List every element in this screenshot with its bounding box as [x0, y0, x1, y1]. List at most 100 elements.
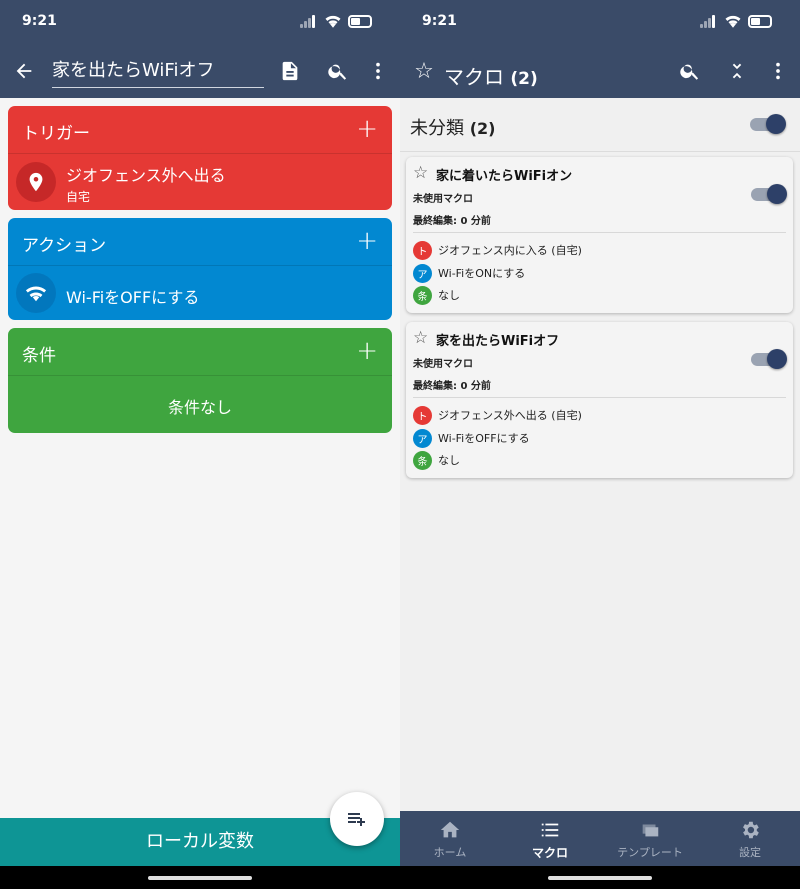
trigger-card: トリガー + ジオフェンス外へ出る 自宅: [8, 106, 392, 210]
bottom-navigation: ホーム マクロ テンプレート 設定: [400, 811, 800, 866]
macro-enable-toggle[interactable]: [751, 184, 787, 204]
nav-home[interactable]: ホーム: [400, 811, 500, 866]
overflow-menu-button[interactable]: [364, 57, 392, 85]
nav-settings[interactable]: 設定: [700, 811, 800, 866]
divider: [413, 397, 786, 398]
macro-enable-toggle[interactable]: [751, 349, 787, 369]
category-title: 未分類 (2): [410, 114, 496, 140]
more-vert-icon: [376, 62, 380, 80]
macro-action-row: ア Wi-FiをONにする: [413, 263, 525, 283]
home-gesture-handle[interactable]: [148, 876, 252, 880]
more-vert-icon: [776, 62, 780, 80]
macro-card[interactable]: ☆ 家を出たらWiFiオフ 未使用マクロ 最終編集: 0 分前 ト ジオフェンス…: [406, 322, 793, 478]
search-button-right[interactable]: [676, 57, 704, 85]
collapse-icon: [732, 63, 742, 79]
macro-name-input[interactable]: 家を出たらWiFiオフ: [52, 58, 264, 88]
action-badge: ア: [413, 263, 432, 283]
back-button[interactable]: [10, 57, 38, 85]
category-count: (2): [469, 119, 496, 138]
signal-icon: [700, 14, 718, 28]
home-gesture-handle[interactable]: [548, 876, 652, 880]
nav-macros[interactable]: マクロ: [500, 811, 600, 866]
favorite-star-icon[interactable]: ☆: [413, 163, 428, 183]
action-item-label: Wi-FiをOFFにする: [66, 288, 200, 307]
macro-options-fab[interactable]: [330, 792, 384, 846]
back-arrow-icon: [16, 63, 32, 79]
nav-label: テンプレート: [617, 846, 683, 859]
no-constraint-label: 条件なし: [167, 398, 232, 417]
add-trigger-button[interactable]: +: [356, 116, 378, 142]
divider: [413, 232, 786, 233]
row-text: なし: [438, 289, 460, 302]
page-title-text: マクロ: [444, 65, 504, 89]
trigger-badge: ト: [413, 240, 432, 260]
add-constraint-button[interactable]: +: [356, 338, 378, 364]
status-icons: [300, 14, 372, 28]
wifi-status-icon: [725, 15, 741, 28]
collapse-all-button[interactable]: [723, 57, 751, 85]
status-time-right: 9:21: [422, 13, 457, 29]
search-icon: [680, 64, 699, 80]
battery-icon: [348, 14, 372, 28]
macro-action-row: ア Wi-FiをOFFにする: [413, 428, 530, 448]
macro-trigger-row: ト ジオフェンス内に入る (自宅): [413, 240, 582, 260]
add-action-button[interactable]: +: [356, 228, 378, 254]
macro-trigger-row: ト ジオフェンス外へ出る (自宅): [413, 405, 582, 425]
macro-card-title: 家に着いたらWiFiオン: [436, 169, 573, 184]
macro-card-status: 未使用マクロ: [413, 194, 473, 205]
trigger-badge: ト: [413, 405, 432, 425]
action-header: アクション +: [8, 218, 392, 266]
page-title: マクロ (2): [444, 61, 538, 90]
macro-list-app-bar: ☆ マクロ (2): [400, 44, 800, 98]
document-icon: [282, 61, 298, 81]
macro-card[interactable]: ☆ 家に着いたらWiFiオン 未使用マクロ 最終編集: 0 分前 ト ジオフェン…: [406, 157, 793, 313]
trigger-header: トリガー +: [8, 106, 392, 154]
wifi-icon: [16, 273, 56, 313]
list-icon: [541, 823, 559, 837]
home-icon: [440, 821, 460, 838]
trigger-item[interactable]: ジオフェンス外へ出る 自宅: [8, 154, 392, 210]
action-card: アクション + Wi-FiをOFFにする: [8, 218, 392, 320]
status-icons-right: [700, 14, 772, 28]
search-icon: [328, 64, 347, 80]
overflow-menu-button-right[interactable]: [764, 57, 792, 85]
category-header[interactable]: 未分類 (2): [400, 98, 800, 152]
trigger-item-label: ジオフェンス外へ出る: [66, 166, 226, 185]
nav-templates[interactable]: テンプレート: [600, 811, 700, 866]
playlist-add-icon: [348, 813, 365, 826]
system-nav-bar-right: [400, 866, 800, 889]
favorites-star-icon[interactable]: ☆: [410, 57, 438, 85]
battery-icon: [748, 14, 772, 28]
constraint-badge: 条: [413, 285, 432, 305]
row-text: ジオフェンス内に入る (自宅): [438, 244, 582, 257]
editor-app-bar: 家を出たらWiFiオフ: [0, 44, 400, 98]
system-nav-bar: [0, 866, 400, 889]
macro-constraint-row: 条 なし: [413, 450, 460, 470]
action-item[interactable]: Wi-FiをOFFにする: [8, 266, 392, 320]
category-toggle[interactable]: [750, 114, 786, 134]
action-title: アクション: [22, 236, 107, 256]
row-text: なし: [438, 454, 460, 467]
trigger-title: トリガー: [22, 124, 90, 144]
constraint-title: 条件: [22, 346, 56, 366]
templates-icon: [642, 824, 659, 837]
favorite-star-icon[interactable]: ☆: [413, 328, 428, 348]
category-name: 未分類: [410, 118, 464, 139]
page-title-count: (2): [510, 69, 538, 89]
macro-card-title: 家を出たらWiFiオフ: [436, 334, 560, 349]
status-time: 9:21: [22, 13, 57, 29]
row-text: Wi-FiをONにする: [438, 267, 526, 280]
row-text: ジオフェンス外へ出る (自宅): [438, 409, 582, 422]
macro-card-last-edit: 最終編集: 0 分前: [413, 216, 491, 227]
macro-card-last-edit: 最終編集: 0 分前: [413, 381, 491, 392]
nav-label: 設定: [739, 846, 761, 859]
macro-editor-screen: 9:21 家を出たらWiFiオフ トリガー + ジオフェンス外へ出る 自宅 アク…: [0, 0, 400, 889]
description-button[interactable]: [276, 57, 304, 85]
constraint-header: 条件 +: [8, 328, 392, 376]
nav-label: ホーム: [433, 846, 467, 859]
status-bar-right: 9:21: [400, 0, 800, 44]
signal-icon: [300, 14, 318, 28]
location-icon: [16, 162, 56, 202]
row-text: Wi-FiをOFFにする: [438, 432, 530, 445]
search-button[interactable]: [324, 57, 352, 85]
